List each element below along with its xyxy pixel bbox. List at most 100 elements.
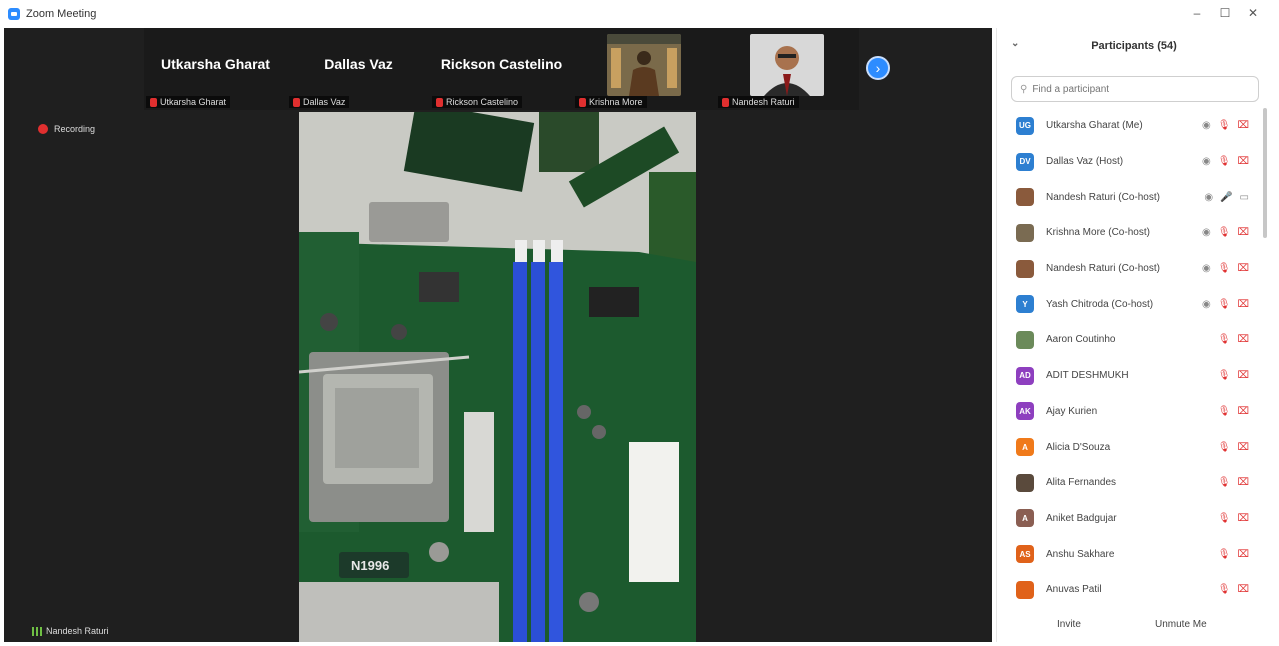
tile-label-text: Utkarsha Gharat — [160, 97, 227, 107]
camera-off-icon[interactable]: ⌧ — [1237, 549, 1249, 560]
participant-row[interactable]: AD ADIT DESHMUKH 🎙 ⌧ — [997, 358, 1265, 394]
participant-search[interactable]: ⚲ — [1011, 76, 1259, 102]
participant-status-icons: 🎙 ⌧ — [1211, 442, 1249, 453]
title-bar: Zoom Meeting – ☐ ✕ — [0, 0, 1279, 28]
mic-muted-icon[interactable]: 🎙 — [1218, 584, 1231, 595]
participant-row[interactable]: Alita Fernandes 🎙 ⌧ — [997, 465, 1265, 501]
camera-off-icon[interactable]: ⌧ — [1237, 370, 1249, 381]
avatar: AK — [1016, 402, 1034, 421]
spotlight-icon: ◉ — [1202, 263, 1211, 275]
tile-label: Nandesh Raturi — [718, 96, 799, 108]
participant-row[interactable]: A Aniket Badgujar 🎙 ⌧ — [997, 501, 1265, 537]
participant-name: Dallas Vaz (Host) — [1046, 156, 1124, 168]
video-tile[interactable]: Krishna More — [573, 28, 716, 110]
signal-strength-icon — [32, 626, 42, 636]
maximize-button[interactable]: ☐ — [1210, 4, 1240, 22]
camera-off-icon[interactable]: ⌧ — [1237, 406, 1249, 417]
active-speaker-label: Nandesh Raturi — [32, 626, 109, 636]
tile-label: Krishna More — [575, 96, 647, 108]
participant-row[interactable]: Anuvas Patil 🎙 ⌧ — [997, 572, 1265, 608]
participant-row[interactable]: Nandesh Raturi (Co-host) ◉ 🎤 ▭ — [997, 179, 1265, 215]
next-page-button[interactable]: › — [866, 56, 890, 80]
tile-display-name: Utkarsha Gharat — [161, 56, 270, 72]
participant-name: Aaron Coutinho — [1046, 334, 1116, 346]
participant-row[interactable]: Nandesh Raturi (Co-host) ◉ 🎙 ⌧ — [997, 251, 1265, 287]
tile-display-name: Rickson Castelino — [440, 56, 563, 72]
video-tile[interactable]: Rickson Castelino Rickson Castelino — [430, 28, 573, 110]
participant-name: Utkarsha Gharat (Me) — [1046, 120, 1143, 132]
spotlight-icon: ◉ — [1202, 156, 1211, 168]
chevron-down-icon[interactable]: ⌄ — [1011, 38, 1019, 49]
close-button[interactable]: ✕ — [1238, 4, 1268, 22]
participant-row[interactable]: Aaron Coutinho 🎙 ⌧ — [997, 322, 1265, 358]
avatar: DV — [1016, 152, 1034, 171]
participant-row[interactable]: AS Anshu Sakhare 🎙 ⌧ — [997, 536, 1265, 572]
video-tile[interactable]: Dallas Vaz Dallas Vaz — [287, 28, 430, 110]
video-area: Utkarsha Gharat Utkarsha Gharat Dallas V… — [4, 28, 992, 642]
camera-off-icon[interactable]: ⌧ — [1237, 513, 1249, 524]
search-input[interactable] — [1032, 83, 1233, 95]
mic-muted-icon[interactable]: 🎙 — [1218, 370, 1231, 381]
participant-row[interactable]: AK Ajay Kurien 🎙 ⌧ — [997, 394, 1265, 430]
mic-muted-icon[interactable]: 🎙 — [1218, 549, 1231, 560]
mic-muted-icon[interactable]: 🎙 — [1218, 263, 1231, 274]
recording-indicator[interactable]: Recording — [38, 124, 95, 134]
mic-muted-icon[interactable]: 🎙 — [1218, 442, 1231, 453]
zoom-app-icon — [8, 8, 20, 20]
avatar: A — [1016, 509, 1034, 528]
participant-name: ADIT DESHMUKH — [1046, 370, 1129, 382]
video-tile[interactable]: Utkarsha Gharat Utkarsha Gharat — [144, 28, 287, 110]
mic-muted-icon[interactable]: 🎙 — [1218, 227, 1231, 238]
participant-list: UG Utkarsha Gharat (Me) ◉ 🎙 ⌧ DV Dallas Vaz (H… — [997, 108, 1265, 608]
participant-status-icons: 🎙 ⌧ — [1211, 477, 1249, 488]
participant-name: Alicia D'Souza — [1046, 441, 1111, 453]
participant-name: Anuvas Patil — [1046, 584, 1102, 596]
camera-off-icon[interactable]: ⌧ — [1237, 227, 1249, 238]
video-tile[interactable]: Nandesh Raturi — [716, 28, 859, 110]
participant-name: Alita Fernandes — [1046, 477, 1117, 489]
invite-button[interactable]: Invite — [1057, 619, 1081, 630]
participant-row[interactable]: UG Utkarsha Gharat (Me) ◉ 🎙 ⌧ — [997, 108, 1265, 144]
main-video[interactable]: N1996 — [299, 112, 696, 642]
mic-muted-icon[interactable]: 🎙 — [1218, 477, 1231, 488]
camera-on-icon[interactable]: ▭ — [1240, 192, 1249, 203]
participant-status-icons: 🎙 ⌧ — [1211, 584, 1249, 595]
mic-muted-icon[interactable]: 🎙 — [1218, 120, 1231, 131]
participant-status-icons: 🎙 ⌧ — [1211, 370, 1249, 381]
participant-row[interactable]: Krishna More (Co-host) ◉ 🎙 ⌧ — [997, 215, 1265, 251]
camera-off-icon[interactable]: ⌧ — [1237, 334, 1249, 345]
participant-status-icons: ◉ 🎙 ⌧ — [1195, 120, 1249, 131]
mic-muted-icon[interactable]: 🎙 — [1218, 513, 1231, 524]
mic-muted-icon[interactable]: 🎙 — [1218, 406, 1231, 417]
mic-muted-icon[interactable]: 🎙 — [1218, 334, 1231, 345]
camera-off-icon[interactable]: ⌧ — [1237, 156, 1249, 167]
participant-row[interactable]: DV Dallas Vaz (Host) ◉ 🎙 ⌧ — [997, 144, 1265, 180]
mic-muted-icon — [722, 97, 729, 107]
participant-status-icons: ◉ 🎙 ⌧ — [1195, 299, 1249, 310]
camera-off-icon[interactable]: ⌧ — [1237, 263, 1249, 274]
tile-label-text: Rickson Castelino — [446, 97, 519, 107]
camera-off-icon[interactable]: ⌧ — [1237, 477, 1249, 488]
unmute-me-button[interactable]: Unmute Me — [1155, 619, 1207, 630]
participant-status-icons: 🎙 ⌧ — [1211, 549, 1249, 560]
tile-label: Rickson Castelino — [432, 96, 523, 108]
participants-footer: Invite Unmute Me — [997, 606, 1272, 642]
participant-row[interactable]: Y Yash Chitroda (Co-host) ◉ 🎙 ⌧ — [997, 286, 1265, 322]
camera-off-icon[interactable]: ⌧ — [1237, 442, 1249, 453]
participant-video-thumbnail — [607, 34, 681, 96]
mic-muted-icon[interactable]: 🎙 — [1218, 299, 1231, 310]
participant-status-icons: 🎙 ⌧ — [1211, 406, 1249, 417]
participant-row[interactable]: A Alicia D'Souza 🎙 ⌧ — [997, 429, 1265, 465]
participant-status-icons: ◉ 🎙 ⌧ — [1195, 263, 1249, 274]
camera-off-icon[interactable]: ⌧ — [1237, 584, 1249, 595]
mic-muted-icon[interactable]: 🎙 — [1218, 156, 1231, 167]
camera-off-icon[interactable]: ⌧ — [1237, 120, 1249, 131]
avatar — [1016, 188, 1034, 207]
participant-status-icons: ◉ 🎙 ⌧ — [1195, 156, 1249, 167]
camera-off-icon[interactable]: ⌧ — [1237, 299, 1249, 310]
minimize-button[interactable]: – — [1182, 4, 1212, 22]
scrollbar[interactable] — [1263, 108, 1267, 238]
mic-on-icon[interactable]: 🎤 — [1220, 192, 1232, 203]
participant-name: Nandesh Raturi (Co-host) — [1046, 263, 1160, 275]
avatar — [1016, 259, 1034, 278]
